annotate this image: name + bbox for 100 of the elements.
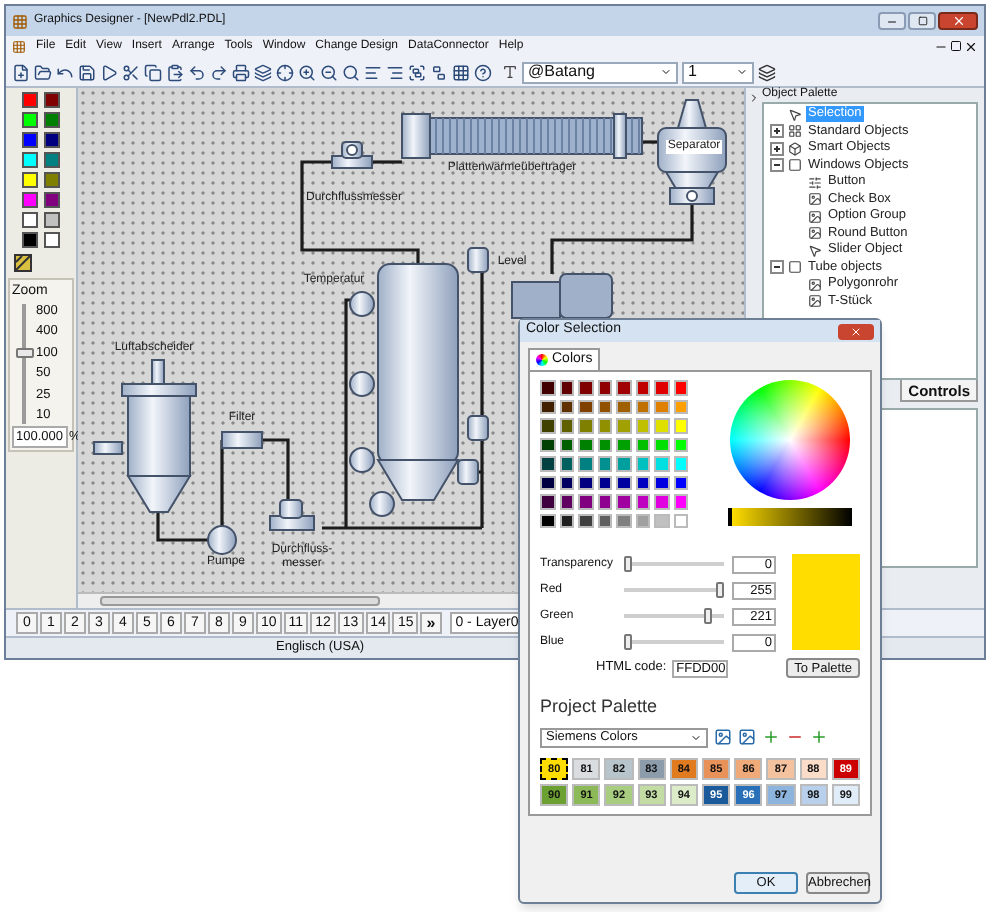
collapse-icon[interactable]: [770, 158, 784, 173]
color-cell[interactable]: [540, 399, 555, 414]
grid-icon[interactable]: [452, 63, 470, 81]
layers-icon[interactable]: [254, 63, 272, 81]
paste-icon[interactable]: [166, 63, 184, 81]
color-cell[interactable]: [597, 456, 612, 471]
color-cell[interactable]: [673, 456, 688, 471]
color-swatch[interactable]: [44, 112, 60, 128]
color-cell[interactable]: [578, 380, 593, 395]
color-swatch[interactable]: [22, 132, 38, 148]
color-cell[interactable]: [616, 380, 631, 395]
color-cell[interactable]: [540, 380, 555, 395]
color-cell[interactable]: [578, 418, 593, 433]
color-cell[interactable]: [559, 437, 574, 452]
color-cell[interactable]: [559, 494, 574, 509]
close-icon[interactable]: [964, 40, 978, 54]
restore-icon[interactable]: [950, 40, 962, 52]
expand-icon[interactable]: [770, 141, 784, 156]
color-cell[interactable]: [654, 399, 669, 414]
color-swatch[interactable]: [44, 212, 60, 228]
color-cell[interactable]: [559, 456, 574, 471]
align-left-icon[interactable]: [364, 63, 382, 81]
collapse-icon[interactable]: [770, 260, 784, 275]
copy-icon[interactable]: [144, 63, 162, 81]
color-cell[interactable]: [540, 437, 555, 452]
color-cell[interactable]: [616, 513, 631, 528]
add-icon[interactable]: [762, 728, 780, 746]
color-cell[interactable]: [597, 380, 612, 395]
slider-thumb[interactable]: [716, 582, 724, 598]
color-cell[interactable]: [654, 380, 669, 395]
color-cell[interactable]: [616, 475, 631, 490]
slider-thumb[interactable]: [704, 608, 713, 624]
color-cell[interactable]: [654, 475, 669, 490]
color-swatch[interactable]: [22, 192, 38, 208]
color-cell[interactable]: [616, 418, 631, 433]
size-dropdown[interactable]: 1: [682, 61, 754, 83]
color-cell[interactable]: [578, 437, 593, 452]
color-cell[interactable]: [673, 513, 688, 528]
color-swatch[interactable]: [22, 92, 38, 108]
zoom-slider-thumb[interactable]: [16, 347, 34, 357]
color-cell[interactable]: [654, 456, 669, 471]
color-cell[interactable]: [578, 456, 593, 471]
color-swatch[interactable]: [44, 152, 60, 168]
color-cell[interactable]: [597, 399, 612, 414]
color-cell[interactable]: [597, 494, 612, 509]
align-right-icon[interactable]: [386, 63, 404, 81]
font-dropdown[interactable]: @Batang: [522, 61, 678, 83]
color-cell[interactable]: [673, 437, 688, 452]
color-cell[interactable]: [635, 456, 650, 471]
color-swatch[interactable]: [22, 112, 38, 128]
color-cell[interactable]: [540, 418, 555, 433]
color-swatch[interactable]: [44, 232, 60, 248]
layer-icon[interactable]: [758, 63, 776, 81]
search-icon[interactable]: [342, 63, 360, 81]
export-icon[interactable]: [738, 728, 756, 746]
color-cell[interactable]: [635, 418, 650, 433]
new-palette-icon[interactable]: [810, 728, 828, 746]
zoom-out-icon[interactable]: [320, 63, 338, 81]
color-cell[interactable]: [616, 399, 631, 414]
import-icon[interactable]: [714, 728, 732, 746]
color-swatch[interactable]: [22, 212, 38, 228]
expand-icon[interactable]: [770, 124, 784, 139]
color-cell[interactable]: [673, 475, 688, 490]
more-layers-button[interactable]: »: [420, 612, 442, 634]
color-cell[interactable]: [597, 513, 612, 528]
help-icon[interactable]: [474, 63, 492, 81]
color-swatch[interactable]: [44, 172, 60, 188]
color-cell[interactable]: [654, 418, 669, 433]
maximize-button[interactable]: [908, 12, 936, 30]
color-cell[interactable]: [597, 475, 612, 490]
color-cell[interactable]: [597, 418, 612, 433]
color-swatch[interactable]: [22, 152, 38, 168]
color-cell[interactable]: [559, 513, 574, 528]
color-cell[interactable]: [654, 437, 669, 452]
color-cell[interactable]: [673, 380, 688, 395]
color-cell[interactable]: [673, 399, 688, 414]
color-cell[interactable]: [540, 475, 555, 490]
undo-icon[interactable]: [188, 63, 206, 81]
color-cell[interactable]: [578, 475, 593, 490]
play-icon[interactable]: [100, 63, 118, 81]
color-swatch[interactable]: [44, 192, 60, 208]
color-cell[interactable]: [635, 513, 650, 528]
color-cell[interactable]: [578, 513, 593, 528]
color-swatch[interactable]: [44, 92, 60, 108]
slider-thumb[interactable]: [624, 556, 632, 572]
redo-icon[interactable]: [210, 63, 228, 81]
color-swatch[interactable]: [22, 232, 38, 248]
color-cell[interactable]: [635, 494, 650, 509]
save-icon[interactable]: [78, 63, 96, 81]
close-button[interactable]: [838, 323, 874, 339]
color-swatch[interactable]: [44, 132, 60, 148]
color-cell[interactable]: [673, 418, 688, 433]
color-cell[interactable]: [616, 494, 631, 509]
slider-thumb[interactable]: [624, 634, 632, 650]
color-cell[interactable]: [673, 494, 688, 509]
pattern-icon[interactable]: [14, 254, 32, 272]
color-cell[interactable]: [559, 399, 574, 414]
cut-icon[interactable]: [122, 63, 140, 81]
color-cell[interactable]: [578, 399, 593, 414]
color-cell[interactable]: [635, 475, 650, 490]
